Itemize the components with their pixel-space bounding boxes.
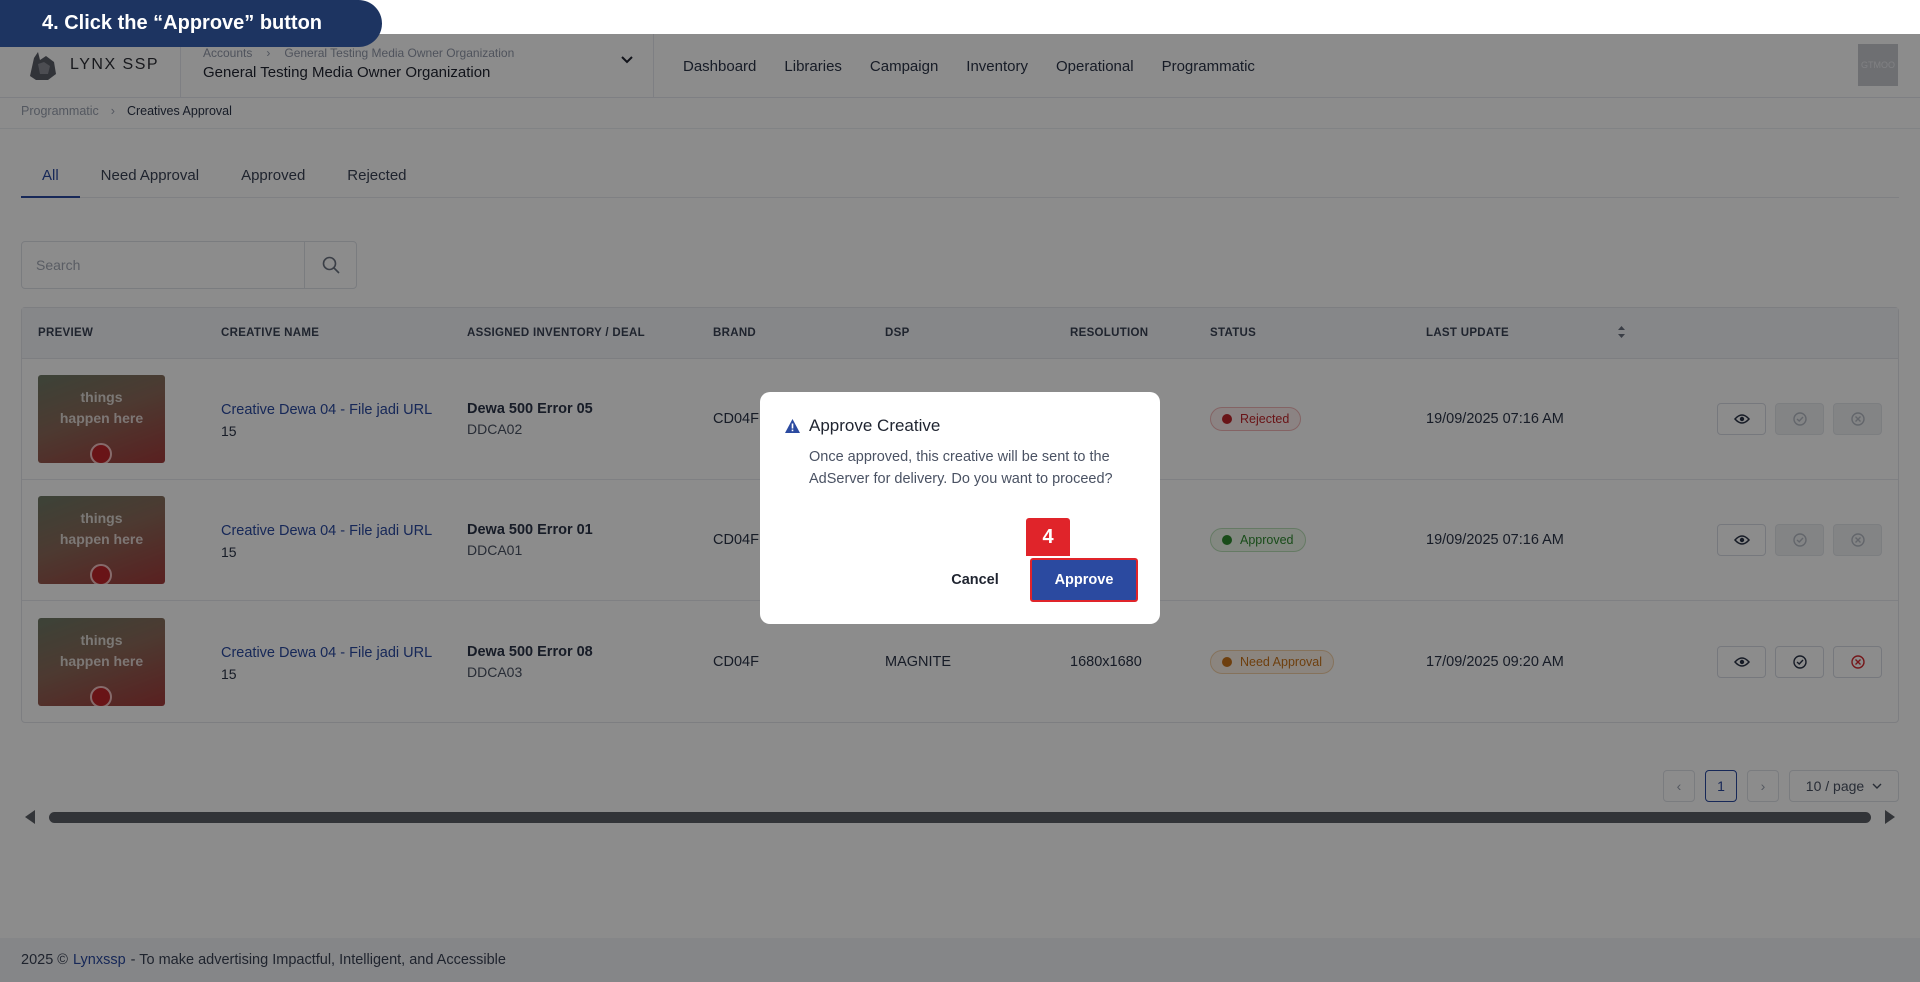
approve-creative-dialog: Approve Creative Once approved, this cre… <box>760 392 1160 624</box>
instruction-banner: 4. Click the “Approve” button <box>0 0 382 47</box>
dialog-title: Approve Creative <box>809 416 941 435</box>
cancel-button[interactable]: Cancel <box>932 560 1018 600</box>
step-marker: 4 <box>1026 518 1070 556</box>
dialog-message: Once approved, this creative will be sen… <box>809 449 1113 487</box>
warning-icon <box>785 419 800 433</box>
dialog-title-row: Approve Creative <box>784 416 1136 436</box>
approve-button[interactable]: Approve <box>1030 558 1138 602</box>
dialog-actions: Cancel Approve <box>932 558 1138 602</box>
